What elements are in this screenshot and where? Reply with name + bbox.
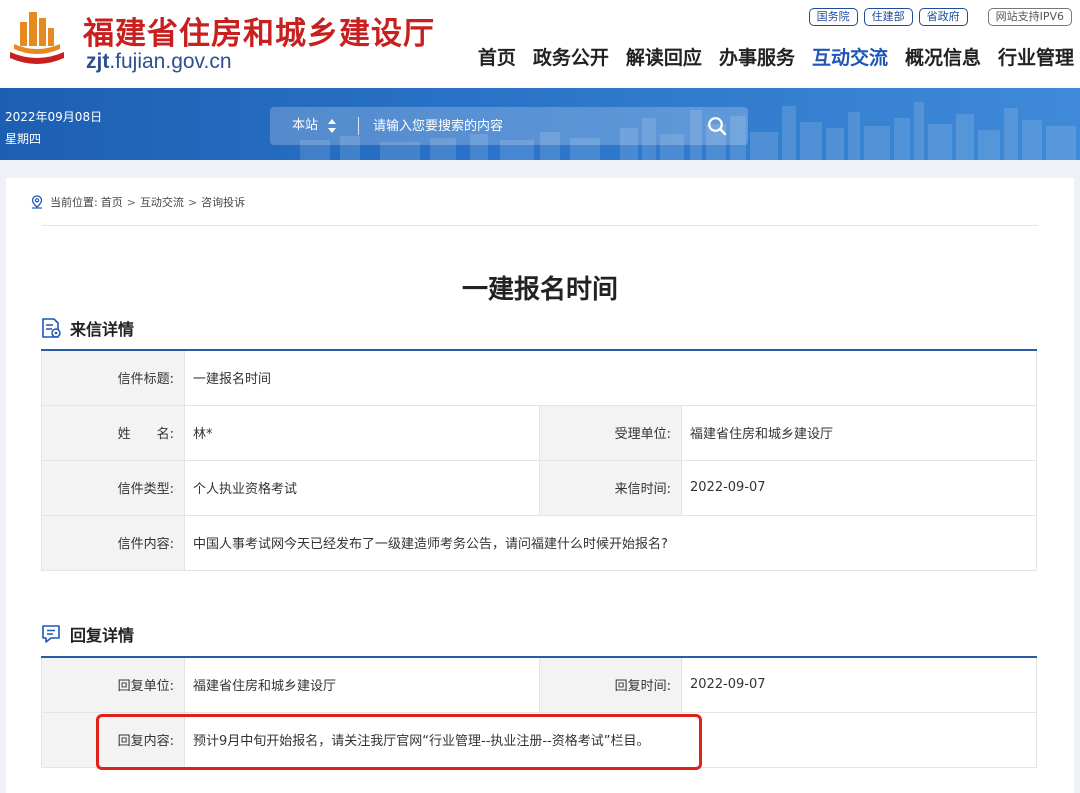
table-row: 姓 名: 林* 受理单位: 福建省住房和城乡建设厅 — [41, 404, 1037, 461]
type-label: 信件类型: — [41, 459, 185, 516]
link-provincial-gov[interactable]: 省政府 — [918, 8, 968, 26]
time-value: 2022-09-07 — [681, 459, 1037, 516]
site-domain: zjt.fujian.gov.cn — [86, 50, 232, 74]
breadcrumb-prefix: 当前位置: — [50, 196, 98, 209]
search-box: 本站 — [270, 107, 748, 145]
search-scope-select[interactable]: 本站 — [292, 107, 318, 145]
search-icon[interactable] — [707, 116, 727, 136]
domain-bold: zjt — [86, 50, 110, 73]
title-label: 信件标题: — [41, 349, 185, 406]
letter-details-table: 信件标题: 一建报名时间 姓 名: 林* 受理单位: 福建省住房和城乡建设厅 信… — [41, 349, 1037, 571]
breadcrumb-consult[interactable]: 咨询投诉 — [201, 194, 245, 210]
link-state-council[interactable]: 国务院 — [808, 8, 858, 26]
dept-label: 受理单位: — [539, 404, 682, 461]
divider — [42, 225, 1038, 226]
highlight-annotation — [96, 714, 702, 770]
name-label: 姓 名: — [41, 404, 185, 461]
table-row: 回复单位: 福建省住房和城乡建设厅 回复时间: 2022-09-07 — [41, 656, 1037, 713]
dept-value: 福建省住房和城乡建设厅 — [681, 404, 1037, 461]
sort-arrows-icon[interactable] — [327, 118, 337, 134]
date-display: 2022年09月08日 星期四 — [5, 106, 102, 150]
breadcrumb-interaction[interactable]: 互动交流 — [140, 194, 184, 210]
reply-unit-value: 福建省住房和城乡建设厅 — [184, 656, 540, 713]
time-label: 来信时间: — [539, 459, 682, 516]
nav-overview[interactable]: 概况信息 — [905, 43, 981, 70]
reply-time-label: 回复时间: — [539, 656, 682, 713]
name-value: 林* — [184, 404, 540, 461]
reply-section-title: 回复详情 — [70, 626, 135, 645]
search-divider — [358, 117, 359, 135]
reply-section-header: 回复详情 — [40, 622, 134, 646]
page-title: 一建报名时间 — [461, 275, 618, 305]
reply-time-value: 2022-09-07 — [681, 656, 1037, 713]
breadcrumb-separator: > — [187, 195, 198, 209]
nav-services[interactable]: 办事服务 — [719, 43, 795, 70]
breadcrumb-home[interactable]: 首页 — [101, 194, 123, 210]
nav-interpretation[interactable]: 解读回应 — [626, 43, 702, 70]
breadcrumb: 当前位置: 首页 > 互动交流 > 咨询投诉 — [30, 194, 245, 210]
table-row: 信件标题: 一建报名时间 — [41, 349, 1037, 406]
location-pin-icon — [31, 195, 43, 209]
breadcrumb-separator: > — [126, 195, 136, 209]
table-row: 信件类型: 个人执业资格考试 来信时间: 2022-09-07 — [41, 459, 1037, 516]
domain-rest: .fujian.gov.cn — [109, 50, 232, 73]
current-weekday: 星期四 — [5, 132, 42, 146]
letter-section-header: 来信详情 — [40, 316, 134, 340]
nav-gov-affairs[interactable]: 政务公开 — [533, 43, 609, 70]
nav-industry[interactable]: 行业管理 — [998, 43, 1074, 70]
main-content: 当前位置: 首页 > 互动交流 > 咨询投诉 一建报名时间 来信详情 信件标题:… — [6, 178, 1074, 793]
content-value: 中国人事考试网今天已经发布了一级建造师考务公告，请问福建什么时候开始报名? — [184, 514, 1037, 571]
letter-section-title: 来信详情 — [70, 320, 135, 339]
title-value: 一建报名时间 — [184, 349, 1037, 406]
current-date: 2022年09月08日 — [5, 110, 103, 124]
nav-interaction[interactable]: 互动交流 — [812, 43, 888, 70]
content-label: 信件内容: — [41, 514, 185, 571]
top-links: 国务院 住建部 省政府 网站支持IPV6 — [808, 8, 1072, 26]
document-icon — [42, 318, 61, 338]
nav-home[interactable]: 首页 — [478, 43, 516, 70]
search-input[interactable] — [373, 107, 673, 145]
table-row: 信件内容: 中国人事考试网今天已经发布了一级建造师考务公告，请问福建什么时候开始… — [41, 514, 1037, 571]
type-value: 个人执业资格考试 — [184, 459, 540, 516]
main-nav: 首页 政务公开 解读回应 办事服务 互动交流 概况信息 行业管理 — [478, 43, 1074, 70]
chat-icon — [42, 625, 60, 643]
link-mohurd[interactable]: 住建部 — [863, 8, 913, 26]
site-header: 福建省住房和城乡建设厅 zjt.fujian.gov.cn 国务院 住建部 省政… — [0, 0, 1080, 88]
reply-unit-label: 回复单位: — [41, 656, 185, 713]
search-banner: 2022年09月08日 星期四 本站 — [0, 88, 1080, 160]
logo-icon[interactable] — [6, 8, 68, 70]
ipv6-badge: 网站支持IPV6 — [987, 8, 1072, 26]
site-name[interactable]: 福建省住房和城乡建设厅 — [83, 8, 435, 53]
